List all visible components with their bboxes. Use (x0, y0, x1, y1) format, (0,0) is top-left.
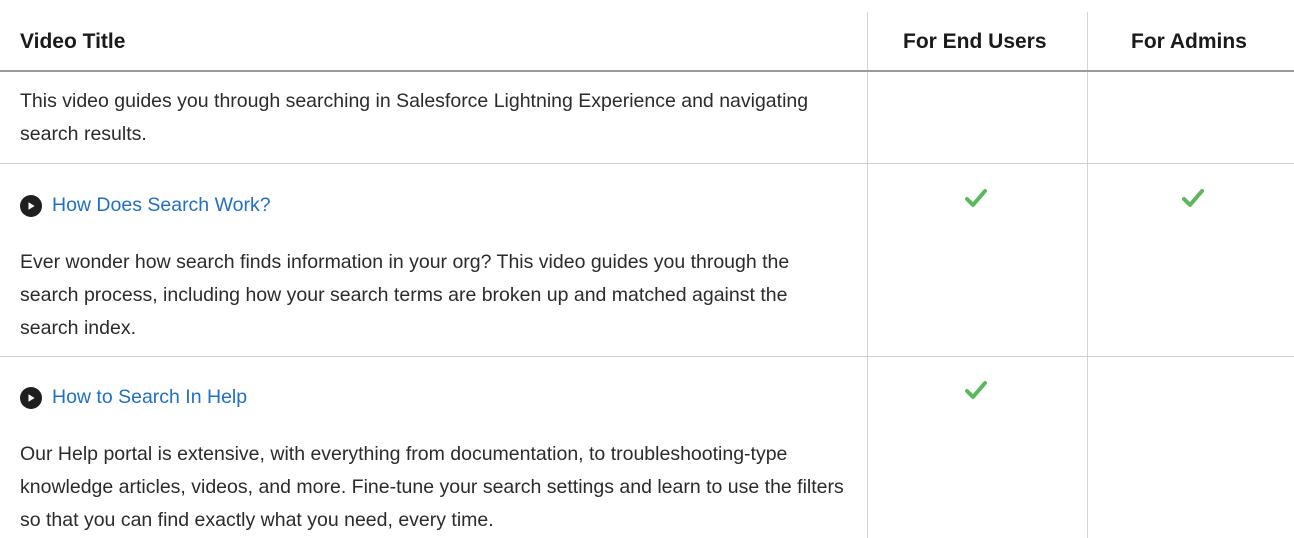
check-icon-end-users (965, 381, 987, 399)
video-description: Our Help portal is extensive, with every… (20, 443, 844, 531)
intro-text: This video guides you through searching … (20, 90, 809, 145)
row-divider (0, 163, 1294, 164)
header-rule (0, 70, 1294, 72)
table-row: How Does Search Work? (20, 194, 271, 217)
video-link-how-does-search-work[interactable]: How Does Search Work? (52, 194, 271, 217)
video-link-how-to-search-in-help[interactable]: How to Search In Help (52, 386, 247, 409)
video-table: Video Title For End Users For Admins Thi… (0, 0, 1294, 538)
table-row: How to Search In Help (20, 386, 247, 409)
row-divider (0, 356, 1294, 357)
play-circle-icon[interactable] (20, 386, 42, 409)
header-for-admins: For Admins (1131, 30, 1247, 53)
header-for-end-users: For End Users (903, 30, 1047, 53)
column-divider (1087, 12, 1088, 538)
play-circle-icon[interactable] (20, 194, 42, 217)
video-description: Ever wonder how search finds information… (20, 251, 790, 339)
check-icon-end-users (965, 189, 987, 207)
check-icon-admins (1182, 189, 1204, 207)
column-divider (867, 12, 868, 538)
header-video-title: Video Title (20, 30, 126, 53)
